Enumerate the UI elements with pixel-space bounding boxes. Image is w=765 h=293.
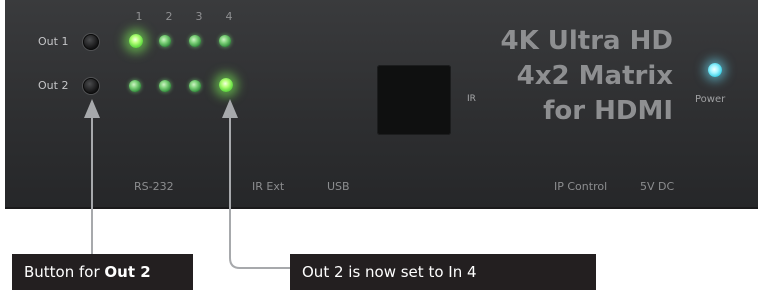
arrowhead-led — [222, 99, 238, 118]
callout-button-for-out2: Button for Out 2 — [12, 254, 193, 290]
callout-button-bold: Out 2 — [104, 263, 151, 281]
callout-led-status: Out 2 is now set to In 4 — [290, 254, 596, 290]
leader-line-led — [229, 118, 292, 269]
callout-button-prefix: Button for — [24, 263, 105, 281]
arrowhead-button — [84, 99, 100, 118]
callout-leaders — [84, 99, 292, 269]
